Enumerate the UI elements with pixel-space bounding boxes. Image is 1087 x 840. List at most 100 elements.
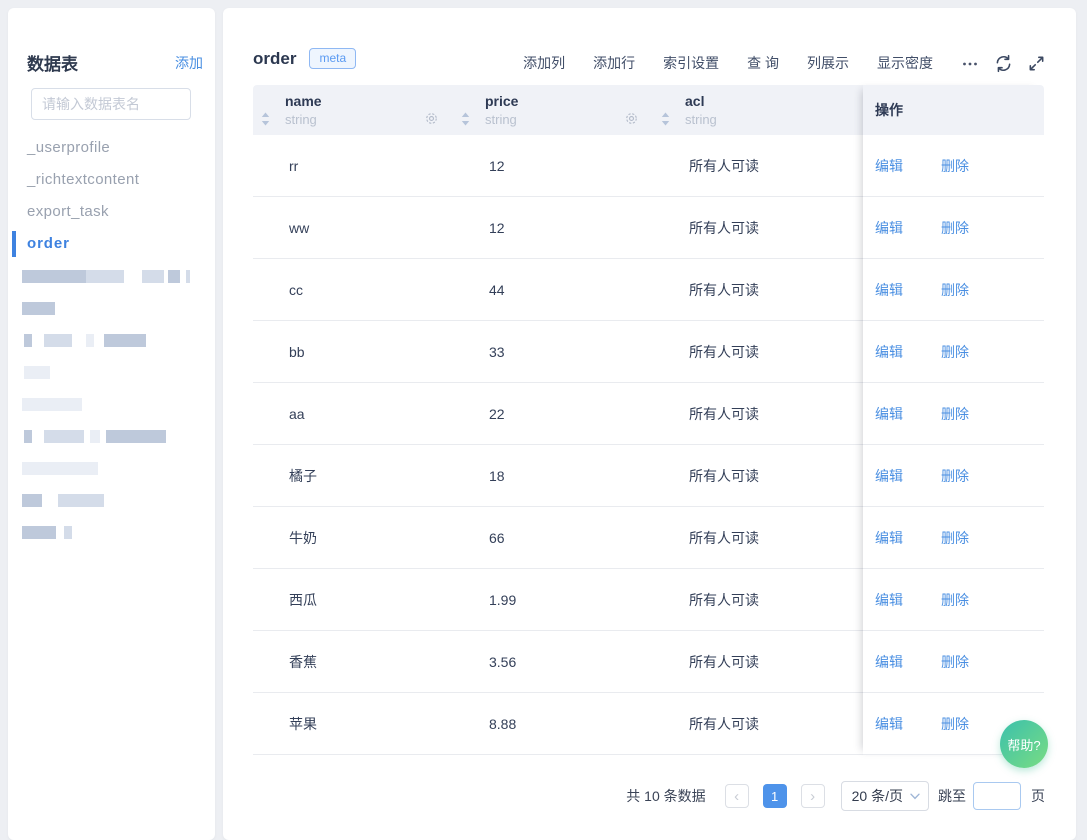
edit-link[interactable]: 编辑: [875, 528, 903, 548]
cell-price: 22: [453, 406, 653, 422]
delete-link[interactable]: 删除: [941, 652, 969, 672]
sort-icon-wrap[interactable]: [261, 112, 270, 126]
cell-name: cc: [253, 282, 453, 298]
column-settings-icon[interactable]: [424, 111, 439, 126]
delete-link[interactable]: 删除: [941, 590, 969, 610]
delete-link[interactable]: 删除: [941, 528, 969, 548]
column-header-price[interactable]: pricestring: [453, 85, 653, 135]
expand-icon[interactable]: [1028, 55, 1045, 72]
sidebar-item-redacted[interactable]: [8, 452, 215, 484]
table-list: _userprofile_richtextcontentexport_tasko…: [8, 132, 215, 548]
sidebar-item-redacted[interactable]: [8, 516, 215, 548]
redacted-block: [44, 430, 84, 443]
delete-link[interactable]: 删除: [941, 156, 969, 176]
edit-link[interactable]: 编辑: [875, 652, 903, 672]
sidebar-item-_richtextcontent[interactable]: _richtextcontent: [8, 164, 215, 196]
toolbar-column-display[interactable]: 列展示: [807, 53, 849, 73]
operations-header: 操作: [863, 85, 1044, 135]
sort-icon[interactable]: [461, 112, 470, 126]
redacted-block: [58, 494, 104, 507]
cell-name: 苹果: [253, 714, 453, 734]
operations-row: 编辑 删除: [863, 259, 1044, 321]
sidebar-item-redacted[interactable]: [8, 260, 215, 292]
toolbar-display-density[interactable]: 显示密度: [877, 53, 933, 73]
cell-name: ww: [253, 220, 453, 236]
edit-link[interactable]: 编辑: [875, 218, 903, 238]
redacted-block: [64, 526, 72, 539]
operations-rows: 编辑删除编辑删除编辑删除编辑删除编辑删除编辑删除编辑删除编辑删除编辑删除编辑删除: [863, 135, 1044, 755]
current-page-button[interactable]: 1: [763, 784, 787, 808]
delete-link[interactable]: 删除: [941, 466, 969, 486]
table-search-input[interactable]: [31, 88, 191, 120]
column-header-name[interactable]: namestring: [253, 85, 453, 135]
toolbar-add-column[interactable]: 添加列: [523, 53, 565, 73]
cell-name: 牛奶: [253, 528, 453, 548]
sidebar-item-redacted[interactable]: [8, 324, 215, 356]
sidebar-item-redacted[interactable]: [8, 420, 215, 452]
operations-row: 编辑 删除: [863, 507, 1044, 569]
edit-link[interactable]: 编辑: [875, 590, 903, 610]
redacted-block: [106, 430, 166, 443]
column-settings-icon-wrap[interactable]: [424, 111, 439, 126]
edit-link[interactable]: 编辑: [875, 342, 903, 362]
help-button[interactable]: 帮助?: [1000, 720, 1048, 768]
chevron-down-icon: [910, 793, 920, 800]
edit-link[interactable]: 编辑: [875, 466, 903, 486]
cell-price: 33: [453, 344, 653, 360]
toolbar-query[interactable]: 查 询: [747, 53, 779, 73]
cell-price: 18: [453, 468, 653, 484]
toolbar-add-row[interactable]: 添加行: [593, 53, 635, 73]
sidebar-title: 数据表: [27, 50, 78, 75]
sidebar-item-redacted[interactable]: [8, 292, 215, 324]
sort-icon-wrap[interactable]: [661, 112, 670, 126]
next-page-button[interactable]: ›: [801, 784, 825, 808]
cell-name: 香蕉: [253, 652, 453, 672]
redacted-block: [22, 494, 42, 507]
delete-link[interactable]: 删除: [941, 404, 969, 424]
sidebar-item-redacted[interactable]: [8, 356, 215, 388]
delete-link[interactable]: 删除: [941, 280, 969, 300]
column-settings-icon-wrap[interactable]: [624, 111, 639, 126]
delete-link[interactable]: 删除: [941, 342, 969, 362]
sort-icon[interactable]: [261, 112, 270, 126]
sidebar-item-export_task[interactable]: export_task: [8, 196, 215, 228]
prev-page-button[interactable]: ‹: [725, 784, 749, 808]
edit-link[interactable]: 编辑: [875, 714, 903, 734]
redacted-block: [24, 366, 50, 379]
page-size-select[interactable]: 20 条/页: [841, 781, 929, 811]
sort-icon[interactable]: [661, 112, 670, 126]
delete-link[interactable]: 删除: [941, 714, 969, 734]
cell-price: 3.56: [453, 654, 653, 670]
redacted-block: [186, 270, 190, 283]
delete-link[interactable]: 删除: [941, 218, 969, 238]
sidebar-item-redacted[interactable]: [8, 388, 215, 420]
operations-row: 编辑 删除: [863, 631, 1044, 693]
toolbar-actions: 添加列 添加行 索引设置 查 询 列展示 显示密度: [523, 53, 933, 73]
edit-link[interactable]: 编辑: [875, 280, 903, 300]
sort-icon-wrap[interactable]: [461, 112, 470, 126]
meta-badge: meta: [309, 48, 356, 69]
operations-row: 编辑 删除: [863, 197, 1044, 259]
edit-link[interactable]: 编辑: [875, 156, 903, 176]
sidebar-item-order[interactable]: order: [8, 228, 215, 260]
refresh-icon[interactable]: [994, 54, 1013, 73]
column-name: name: [285, 93, 453, 109]
toolbar-icons: [961, 54, 1045, 73]
pagination-total: 共 10 条数据: [626, 786, 705, 806]
column-settings-icon[interactable]: [624, 111, 639, 126]
add-table-link[interactable]: 添加: [175, 53, 203, 73]
sidebar-item-_userprofile[interactable]: _userprofile: [8, 132, 215, 164]
redacted-block: [22, 526, 56, 539]
jump-page-input[interactable]: [973, 782, 1021, 810]
sidebar-item-redacted[interactable]: [8, 484, 215, 516]
edit-link[interactable]: 编辑: [875, 404, 903, 424]
redacted-block: [24, 334, 32, 347]
sidebar-panel: 数据表 添加 _userprofile_richtextcontentexpor…: [8, 8, 215, 840]
cell-price: 12: [453, 220, 653, 236]
redacted-block: [24, 430, 32, 443]
more-ellipsis-icon[interactable]: [961, 54, 979, 72]
toolbar-index-settings[interactable]: 索引设置: [663, 53, 719, 73]
table-title: order: [253, 49, 296, 69]
redacted-block: [22, 302, 55, 315]
redacted-block: [90, 430, 100, 443]
